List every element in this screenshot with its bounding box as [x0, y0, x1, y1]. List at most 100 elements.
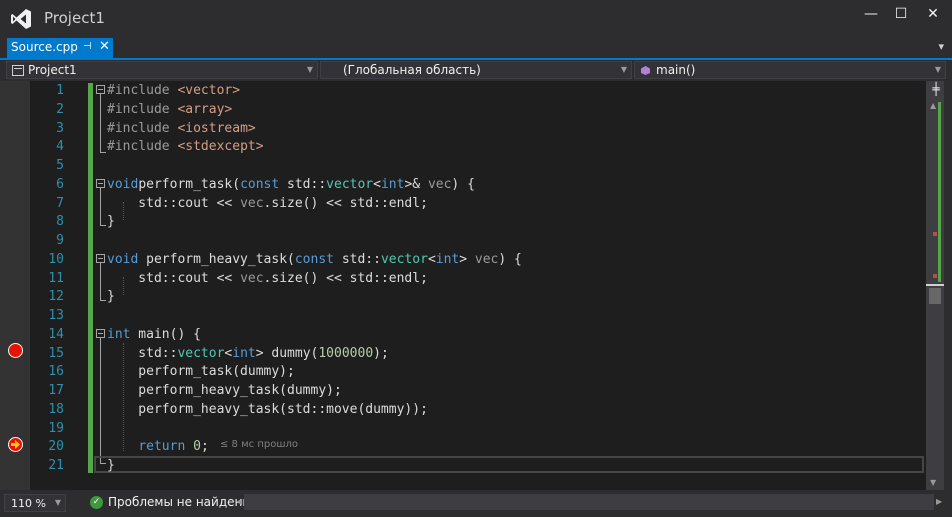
code-token: #include	[107, 120, 178, 136]
scroll-down-arrow-icon[interactable]: ▼	[930, 478, 936, 487]
fold-guide	[100, 188, 101, 225]
code-token: vec	[427, 176, 452, 192]
project-dropdown-label: Project1	[28, 63, 77, 77]
tab-label: Source.cpp	[11, 40, 78, 54]
code-token: perform_heavy_task(std::move(dummy));	[107, 401, 428, 417]
code-token: std::cout <<	[107, 270, 241, 286]
code-line[interactable]: }	[107, 289, 115, 304]
collapse-region-icon[interactable]	[96, 329, 105, 338]
code-line[interactable]: }	[107, 458, 115, 473]
collapse-region-icon[interactable]	[96, 254, 105, 263]
code-line[interactable]: #include <vector>	[107, 83, 240, 98]
code-token: #include	[107, 101, 178, 117]
code-line[interactable]: std::vector<int> dummy(1000000);	[107, 346, 389, 361]
glyph-margin[interactable]	[0, 81, 30, 490]
member-dropdown[interactable]: main() ▼	[634, 61, 946, 79]
pin-tab-icon[interactable]: ⊣	[83, 41, 92, 52]
fold-guide-end	[100, 225, 106, 226]
maximize-button[interactable]: ☐	[886, 4, 916, 24]
zoom-level: 110 %	[11, 497, 46, 510]
line-number: 12	[48, 289, 64, 305]
code-line[interactable]: #include <stdexcept>	[107, 139, 264, 154]
code-token: const	[294, 251, 334, 267]
code-line[interactable]: void perform_heavy_task(const std::vecto…	[107, 252, 522, 267]
window-title: Project1	[44, 9, 105, 27]
code-token: std::	[279, 176, 327, 192]
line-number: 18	[48, 401, 64, 417]
code-line[interactable]: #include <iostream>	[107, 121, 256, 136]
line-number: 3	[56, 120, 64, 136]
close-window-button[interactable]: ✕	[918, 4, 948, 24]
tab-source-cpp[interactable]: Source.cpp ⊣ ✕	[7, 38, 113, 58]
scroll-right-arrow-icon[interactable]: ▶	[936, 497, 942, 506]
check-circle-icon[interactable]: ✓	[90, 496, 103, 509]
member-dropdown-label: main()	[656, 63, 696, 77]
code-token: perform_heavy_task(	[138, 251, 295, 267]
code-line[interactable]: voidperform_task(const std::vector<int>&…	[107, 177, 475, 192]
code-token: 1000000	[318, 345, 374, 361]
code-line[interactable]: std::cout << vec.size() << std::endl;	[107, 271, 428, 286]
code-line[interactable]: perform_heavy_task(std::move(dummy));	[107, 402, 428, 417]
code-token: ;	[200, 439, 209, 455]
code-token: <array>	[177, 101, 233, 117]
breakpoint-icon[interactable]	[8, 343, 23, 358]
code-editor[interactable]: 1 2 3 4 5 6 7 8 9 10 11 12 13 14 15 16 17 18 19 20 21 #inclu…	[0, 81, 926, 490]
perf-tip-hint[interactable]: ≤ 8 мс прошло	[220, 439, 298, 450]
code-line[interactable]: perform_task(dummy);	[107, 364, 295, 379]
scroll-left-arrow-icon[interactable]: ◀	[236, 497, 242, 506]
arrow-right-icon	[11, 440, 20, 449]
line-number: 17	[48, 383, 64, 398]
scroll-up-arrow-icon[interactable]: ▲	[930, 101, 936, 110]
chevron-down-icon: ▼	[306, 65, 313, 74]
code-token: int	[435, 251, 460, 267]
code-token: ) {	[451, 176, 475, 192]
scope-dropdown[interactable]: (Глобальная область) ▼	[320, 61, 632, 79]
fold-guide-end	[100, 152, 106, 153]
fold-guide	[100, 94, 101, 152]
tab-overflow-dropdown-icon[interactable]: ▾	[938, 40, 944, 53]
line-number: 20	[48, 439, 64, 455]
visual-studio-logo-icon	[11, 9, 31, 29]
line-number: 7	[56, 195, 64, 211]
code-line[interactable]: }	[107, 214, 115, 229]
close-tab-icon[interactable]: ✕	[99, 39, 110, 54]
code-token: .size() << std::endl;	[263, 195, 428, 211]
window-edge	[944, 81, 952, 490]
code-token: perform_task(dummy);	[107, 364, 295, 380]
code-token: }	[107, 458, 115, 473]
code-line[interactable]: std::cout << vec.size() << std::endl;	[107, 196, 428, 211]
scrollbar-caret-marker	[926, 284, 944, 286]
project-dropdown[interactable]: Project1 ▼	[6, 61, 318, 79]
horizontal-scrollbar[interactable]	[244, 494, 934, 510]
code-line[interactable]: perform_heavy_task(dummy);	[107, 383, 342, 398]
code-line[interactable]: #include <array>	[107, 102, 232, 117]
scrollbar-thumb[interactable]	[929, 288, 941, 304]
line-number: 11	[48, 270, 64, 286]
minimize-button[interactable]: —	[856, 4, 886, 24]
code-token: perform_task(	[138, 176, 241, 192]
code-token: vec	[240, 270, 264, 286]
chevron-down-icon: ▼	[620, 65, 627, 74]
zoom-dropdown[interactable]: 110 % ▼	[4, 494, 66, 512]
issues-status-text[interactable]: Проблемы не найдены.	[108, 495, 256, 509]
code-line[interactable]: int main() {	[107, 327, 201, 342]
collapse-region-icon[interactable]	[96, 179, 105, 188]
split-window-icon[interactable]: ╪	[929, 83, 943, 95]
code-line[interactable]: return 0;	[107, 439, 209, 455]
line-number: 15	[48, 345, 64, 361]
document-tab-strip: Source.cpp ⊣ ✕ ▾	[0, 38, 952, 58]
code-token: > dummy(	[255, 345, 319, 361]
title-bar: Project1 — ☐ ✕	[0, 0, 952, 38]
method-icon	[641, 66, 650, 75]
instruction-pointer-icon[interactable]	[8, 437, 23, 452]
code-token: ) {	[498, 251, 522, 267]
code-token: #include	[107, 83, 178, 98]
line-number: 2	[56, 101, 64, 117]
collapse-region-icon[interactable]	[96, 85, 105, 94]
change-tracking-bar	[88, 83, 93, 473]
line-number: 5	[56, 158, 64, 173]
code-token: vector	[326, 176, 374, 192]
line-number: 6	[56, 176, 64, 192]
code-token: .size() << std::endl;	[263, 270, 428, 286]
code-token: );	[373, 345, 389, 361]
